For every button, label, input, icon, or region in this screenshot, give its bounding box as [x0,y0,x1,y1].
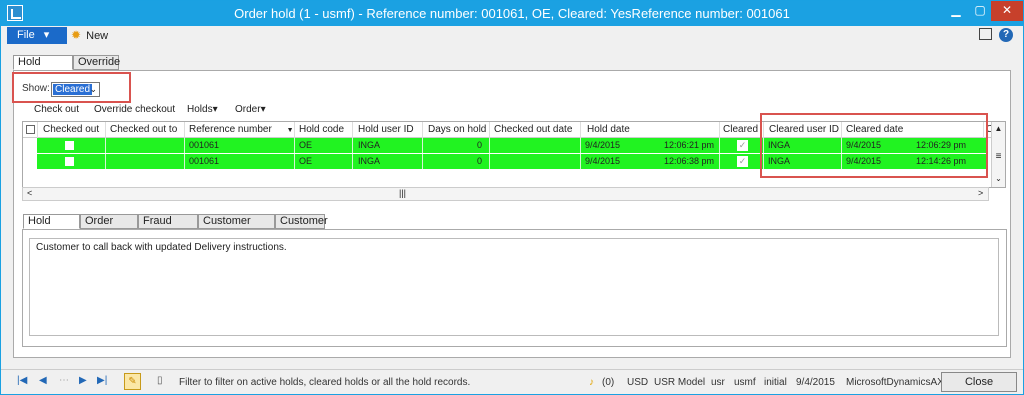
cell-reference-number: 001061 [189,156,220,166]
close-window-button[interactable]: ✕ [991,1,1023,21]
tab-hold-details[interactable]: Hold details [13,55,73,81]
layer: usr [711,377,725,388]
cell-hold-user-id: INGA [358,156,381,166]
sort-icon: ▼ [286,127,294,134]
col-reference-number[interactable]: Reference number ▼ [189,124,294,135]
col-hold-date[interactable]: Hold date [587,124,630,135]
tab-customer-notes[interactable]: Customer notes [198,214,275,240]
cell-hold-date: 9/4/2015 [585,140,621,150]
new-button-label: New [86,30,109,42]
edit-pencil-icon[interactable]: ✎ [124,373,141,390]
product-name: MicrosoftDynamicsAX [846,377,944,388]
document-icon[interactable]: ▯ [157,375,163,386]
configuration: initial [764,377,787,388]
tab-override[interactable]: Override [73,55,120,70]
col-hold-code[interactable]: Hold code [299,124,344,135]
cell-hold-user-id: INGA [358,140,381,150]
next-record-icon[interactable]: ▶ [79,375,87,386]
chevron-down-icon: ▾ [43,29,50,41]
cell-reference-number: 001061 [189,140,220,150]
grid-view-icon[interactable]: ⋯ [59,375,69,386]
cell-hold-code: OE [299,140,313,150]
session-date: 9/4/2015 [796,377,835,388]
tab-fraud-notes[interactable]: Fraud notes [138,214,198,240]
minimize-button[interactable]: ▁ [943,1,969,21]
tab-customer[interactable]: Customer [275,214,328,229]
override-checkout-button[interactable]: Override checkout [94,104,175,118]
scroll-thumb[interactable]: ||| [399,188,406,198]
col-days-on-hold[interactable]: Days on hold [428,124,486,135]
col-checked-out[interactable]: Checked out [43,124,99,135]
sun-icon: ✹ [71,28,82,42]
order-hold-window: Order hold (1 - usmf) - Reference number… [0,0,1024,395]
holds-menu-button[interactable]: Holds▾ [187,104,218,118]
show-filter-select[interactable]: Cleared ⌄ [51,82,100,97]
grid-vertical-scrollbar[interactable]: ▲ ≡ ⌄ [991,122,1005,187]
maximize-button[interactable]: ▢ [967,1,993,21]
col-reference-number-label: Reference number [189,124,272,135]
model: USR Model [654,377,706,388]
cell-days-on-hold: 0 [477,140,483,150]
show-filter-value: Cleared [53,84,93,95]
chevron-down-icon: ⌄ [89,84,97,94]
scroll-grip-icon[interactable]: ≡ [992,151,1005,162]
last-record-icon[interactable]: ▶| [97,375,107,386]
cell-hold-time: 12:06:38 pm [664,156,715,166]
help-icon[interactable]: ? [999,28,1013,42]
layout-icon[interactable] [979,28,992,40]
bell-icon[interactable]: ♪ [589,377,594,388]
scroll-right-icon[interactable]: > [978,188,983,198]
status-bar: |◀ ◀ ⋯ ▶ ▶| ✎ ▯ Filter to filter on acti… [1,369,1023,393]
chevron-down-icon: ▾ [212,104,218,115]
cell-hold-date: 9/4/2015 [585,156,621,166]
file-menu-label: File [17,29,35,41]
title-bar: Order hold (1 - usmf) - Reference number… [1,1,1023,26]
order-menu-label: Order [235,104,261,115]
scroll-up-icon[interactable]: ▲ [992,124,1005,133]
menu-bar: File ▾ ✹ New ? [1,26,1023,44]
close-button[interactable]: Close [941,372,1017,392]
previous-record-icon[interactable]: ◀ [39,375,47,386]
file-menu-button[interactable]: File ▾ [7,27,67,44]
col-hold-user-id[interactable]: Hold user ID [358,124,414,135]
check-out-button[interactable]: Check out [34,104,79,118]
checked-out-checkbox[interactable] [65,141,74,150]
hold-notes-textarea[interactable]: Customer to call back with updated Deliv… [29,238,999,336]
currency: USD [627,377,649,388]
window-title: Order hold (1 - usmf) - Reference number… [234,6,790,21]
cell-hold-code: OE [299,156,313,166]
col-checked-out-date[interactable]: Checked out date [494,124,572,135]
company: usmf [734,377,756,388]
col-cleared[interactable]: Cleared [723,124,758,135]
cell-hold-time: 12:06:21 pm [664,140,715,150]
new-button[interactable]: ✹ New [71,27,108,44]
tab-order-notes[interactable]: Order notes [80,214,138,240]
first-record-icon[interactable]: |◀ [17,375,27,386]
checked-out-checkbox[interactable] [65,157,74,166]
cleared-checkbox[interactable]: ✓ [737,156,748,167]
select-all-checkbox[interactable] [26,125,35,134]
cell-days-on-hold: 0 [477,156,483,166]
scroll-down-icon[interactable]: ⌄ [992,174,1005,183]
notification-count[interactable]: (0) [602,377,614,388]
tab-hold-notes[interactable]: Hold notes [23,214,80,240]
scroll-left-icon[interactable]: < [27,188,32,198]
status-message: Filter to filter on active holds, cleare… [179,377,471,388]
order-menu-button[interactable]: Order▾ [235,104,266,118]
cleared-checkbox[interactable]: ✓ [737,140,748,151]
holds-menu-label: Holds [187,104,213,115]
show-label: Show: [22,83,50,94]
col-checked-out-to[interactable]: Checked out to [110,124,177,135]
grid-horizontal-scrollbar[interactable]: < ||| > [22,187,989,201]
chevron-down-icon: ▾ [260,104,266,115]
cleared-columns-callout [760,113,988,178]
